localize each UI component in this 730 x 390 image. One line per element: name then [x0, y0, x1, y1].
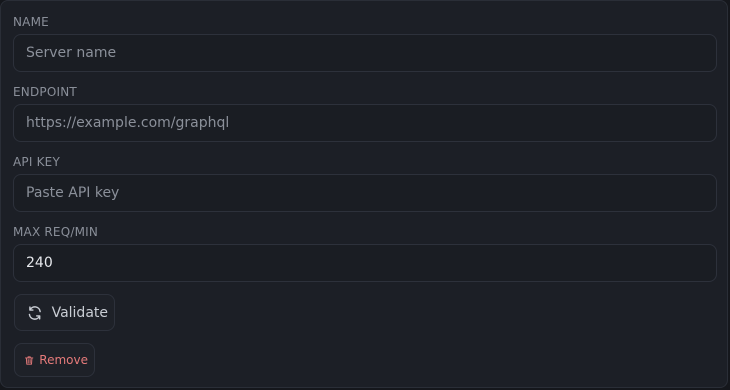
- api-key-label: API KEY: [13, 155, 60, 169]
- trash-icon: [24, 355, 34, 365]
- max-req-label: MAX REQ/MIN: [13, 225, 99, 239]
- endpoint-label: ENDPOINT: [13, 85, 77, 99]
- name-input[interactable]: [13, 34, 717, 72]
- server-config-panel: NAME ENDPOINT API KEY MAX REQ/MIN Valida…: [0, 0, 728, 388]
- endpoint-input[interactable]: [13, 104, 717, 142]
- name-label: NAME: [13, 15, 49, 29]
- validate-label: Validate: [51, 304, 108, 321]
- api-key-input[interactable]: [13, 174, 717, 212]
- refresh-icon: [28, 305, 41, 320]
- remove-button[interactable]: Remove: [14, 343, 95, 377]
- remove-label: Remove: [39, 353, 88, 367]
- max-req-input[interactable]: [13, 244, 717, 282]
- validate-button[interactable]: Validate: [14, 294, 115, 331]
